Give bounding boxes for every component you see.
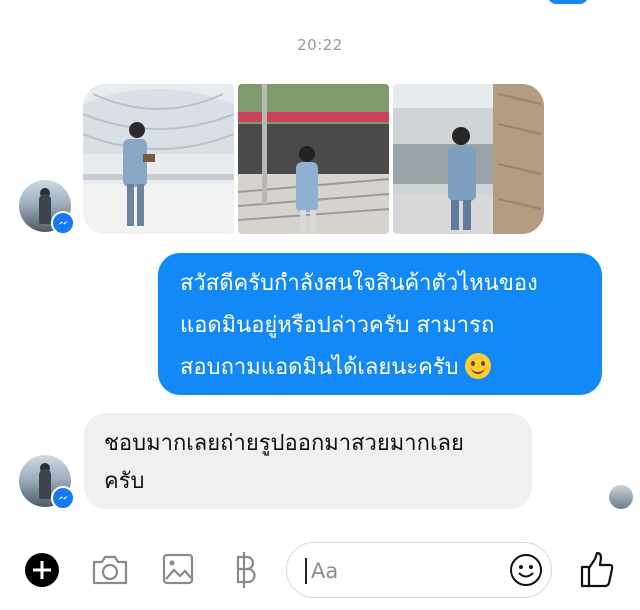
outgoing-message-line: แอดมินอยู่หรือปล่าวครับ สามารถ — [180, 313, 495, 338]
gallery-icon[interactable] — [160, 550, 196, 588]
messenger-badge-icon — [51, 486, 75, 510]
photo-attachment-1[interactable] — [83, 84, 234, 234]
text-caret — [305, 558, 307, 584]
emoji-icon[interactable] — [509, 553, 543, 587]
read-receipt-avatar — [609, 485, 633, 509]
like-icon[interactable] — [578, 550, 616, 590]
sender-avatar[interactable] — [19, 455, 75, 510]
photo-attachment-2[interactable] — [238, 84, 389, 234]
photo-attachment-3[interactable] — [393, 84, 544, 234]
message-timestamp: 20:22 — [297, 36, 343, 54]
message-input-placeholder: Aa — [311, 559, 339, 583]
header-accent-fragment — [548, 0, 588, 4]
outgoing-message-line: สอบถามแอดมินได้เลยนะครับ — [180, 355, 459, 380]
baht-icon[interactable] — [228, 550, 262, 590]
outgoing-message-last-line: สอบถามแอดมินได้เลยนะครับ — [180, 347, 584, 389]
incoming-message-bubble[interactable]: ชอบมากเลยถ่ายรูปออกมาสวยมากเลย ครับ — [84, 413, 532, 509]
outgoing-message-line: สวัสดีครับกำลังสนใจสินค้าตัวไหนของ — [180, 271, 538, 296]
messenger-badge-icon — [51, 211, 75, 235]
plus-icon[interactable] — [24, 552, 60, 588]
sender-avatar[interactable] — [19, 180, 75, 235]
incoming-message-line: ครับ — [104, 469, 145, 494]
outgoing-message-bubble[interactable]: สวัสดีครับกำลังสนใจสินค้าตัวไหนของ แอดมิ… — [158, 253, 602, 395]
message-composer: Aa — [0, 536, 640, 606]
smiling-face-emoji-icon — [464, 353, 491, 379]
photo-attachments — [83, 84, 544, 234]
message-input[interactable]: Aa — [286, 542, 552, 598]
incoming-message-line: ชอบมากเลยถ่ายรูปออกมาสวยมากเลย — [104, 431, 464, 456]
camera-icon[interactable] — [90, 552, 130, 588]
